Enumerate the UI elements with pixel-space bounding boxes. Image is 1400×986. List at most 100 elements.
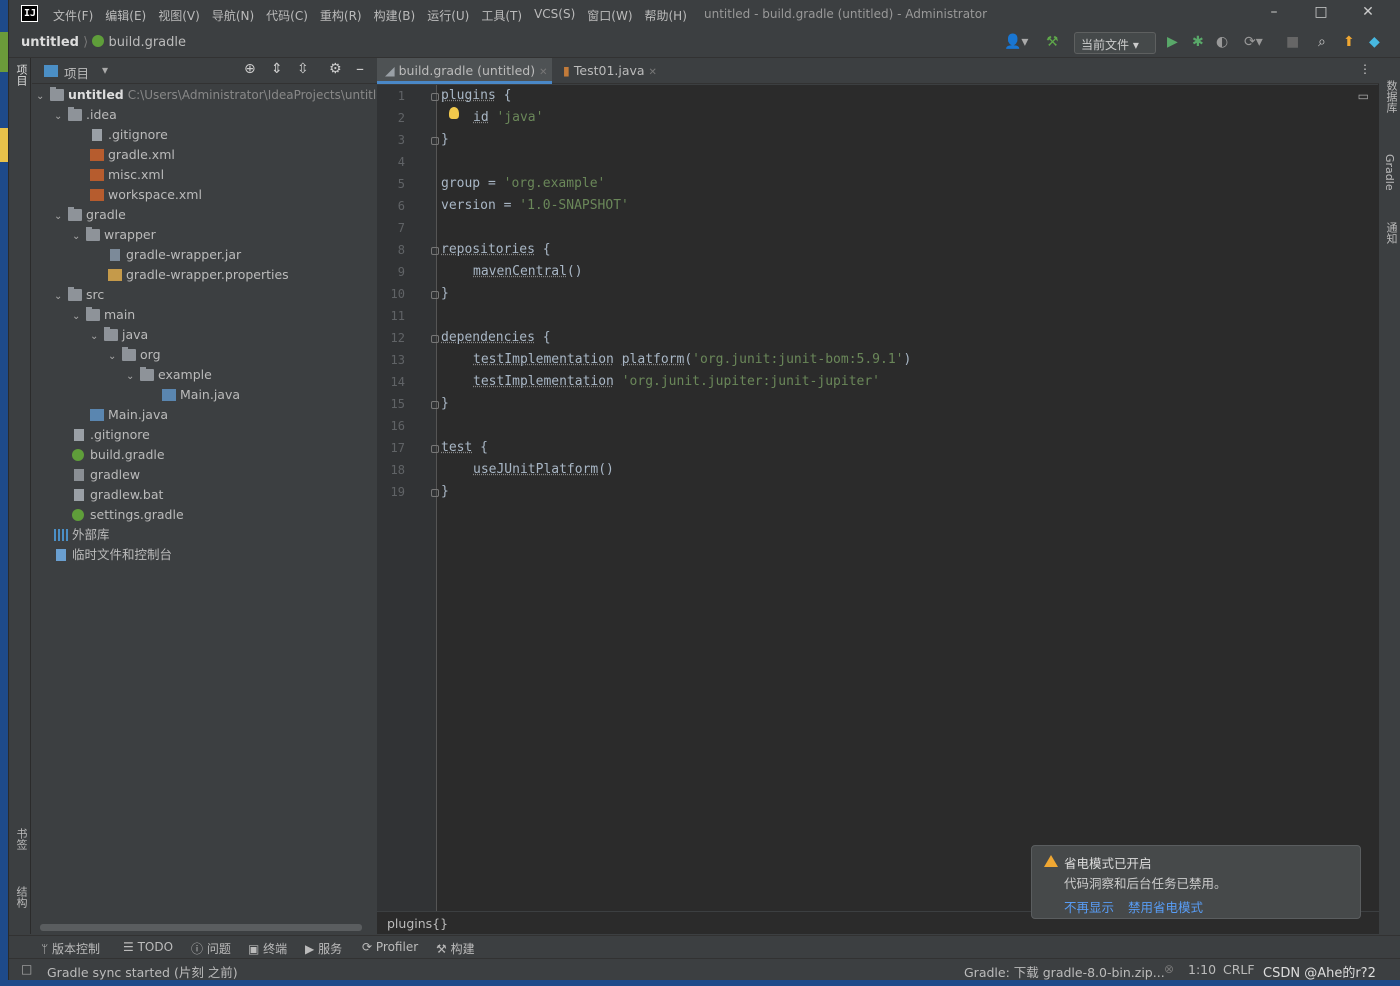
tool-profiler[interactable]: ⟳ Profiler	[362, 940, 418, 954]
tree-item[interactable]: gradle-wrapper.jar	[108, 245, 241, 265]
menu-build[interactable]: 构建(B)	[374, 7, 416, 24]
gear-icon[interactable]: ⚙	[329, 61, 342, 77]
tree-item[interactable]: ⌄ .idea	[54, 105, 117, 125]
user-icon[interactable]: 👤▾	[1004, 34, 1028, 50]
caret-position[interactable]: 1:10	[1188, 962, 1216, 977]
fold-marker-icon[interactable]	[431, 291, 439, 299]
tree-item[interactable]: gradlew.bat	[72, 485, 163, 505]
tree-item[interactable]: ⌄ src	[54, 285, 104, 305]
chevron-down-icon[interactable]: ⌄	[90, 327, 104, 347]
chevron-down-icon[interactable]: ⌄	[72, 227, 86, 247]
fold-marker-icon[interactable]	[431, 137, 439, 145]
chevron-down-icon[interactable]: ⌄	[108, 347, 122, 367]
menu-refactor[interactable]: 重构(R)	[320, 7, 362, 24]
horizontal-scrollbar[interactable]	[40, 924, 362, 931]
tree-item[interactable]: ⌄ org	[108, 345, 161, 365]
tree-item[interactable]: gradle.xml	[90, 145, 175, 165]
bookmarks-tool-button[interactable]: 书签	[13, 828, 29, 850]
chevron-down-icon[interactable]: ▾	[102, 63, 108, 77]
code-editor[interactable]: 1 2 3 4 5 6 7 8 9 10 11 12 13 14 15 16 1…	[377, 85, 1379, 911]
jetbrains-icon[interactable]: ◆	[1369, 34, 1380, 50]
tree-item[interactable]: .gitignore	[72, 425, 150, 445]
tree-item[interactable]: ⌄ java	[90, 325, 148, 345]
menu-code[interactable]: 代码(C)	[266, 7, 308, 24]
project-panel-title[interactable]: 项目	[64, 63, 89, 82]
chevron-down-icon[interactable]: ⌄	[54, 287, 68, 307]
tab-test01-java[interactable]: ▮ Test01.java ✕	[555, 58, 665, 84]
menu-window[interactable]: 窗口(W)	[587, 7, 632, 24]
profile-icon[interactable]: ⟳▾	[1244, 34, 1263, 50]
menu-file[interactable]: 文件(F)	[53, 7, 93, 24]
maximize-icon[interactable]: □	[1311, 4, 1331, 20]
coverage-icon[interactable]: ◐	[1216, 34, 1228, 50]
chevron-down-icon[interactable]: ⌄	[36, 87, 50, 107]
tree-item[interactable]: build.gradle	[72, 445, 165, 465]
reader-mode-icon[interactable]: ▭	[1358, 89, 1369, 103]
tree-item[interactable]: settings.gradle	[72, 505, 184, 525]
stop-icon[interactable]: ■	[1286, 34, 1299, 50]
fold-marker-icon[interactable]	[431, 247, 439, 255]
tool-todo[interactable]: ☰ TODO	[123, 940, 173, 954]
tree-root[interactable]: ⌄ untitled C:\Users\Administrator\IdeaPro…	[36, 85, 391, 105]
fold-marker-icon[interactable]	[431, 93, 439, 101]
chevron-down-icon[interactable]: ⌄	[72, 307, 86, 327]
tree-item[interactable]: workspace.xml	[90, 185, 202, 205]
menu-navigate[interactable]: 导航(N)	[212, 7, 254, 24]
database-tool-button[interactable]: 数据库	[1383, 80, 1399, 113]
close-icon[interactable]: ✕	[649, 67, 657, 78]
tree-item[interactable]: 外部库	[54, 525, 110, 545]
editor-breadcrumb[interactable]: plugins{}	[387, 916, 448, 931]
tree-item[interactable]: Main.java	[162, 385, 240, 405]
locate-icon[interactable]: ⊕	[244, 61, 256, 77]
menu-help[interactable]: 帮助(H)	[645, 7, 687, 24]
search-icon[interactable]: ⌕	[1318, 34, 1326, 50]
menu-run[interactable]: 运行(U)	[427, 7, 469, 24]
collapse-all-icon[interactable]: ⇳	[297, 61, 309, 77]
lightbulb-icon[interactable]	[449, 107, 459, 119]
chevron-down-icon[interactable]: ⌄	[126, 367, 140, 387]
tool-version-control[interactable]: ᛘ 版本控制	[41, 940, 100, 957]
tool-problems[interactable]: ⓘ 问题	[191, 940, 231, 957]
breadcrumb-project[interactable]: untitled	[21, 35, 79, 50]
fold-marker-icon[interactable]	[431, 445, 439, 453]
debug-icon[interactable]: ✱	[1192, 34, 1204, 50]
tree-item[interactable]: ⌄ wrapper	[72, 225, 156, 245]
menu-view[interactable]: 视图(V)	[158, 7, 200, 24]
run-config-select[interactable]: 当前文件 ▾	[1074, 32, 1156, 54]
tool-build[interactable]: ⚒ 构建	[436, 940, 475, 957]
tree-item[interactable]: gradle-wrapper.properties	[108, 265, 289, 285]
fold-marker-icon[interactable]	[431, 401, 439, 409]
fold-marker-icon[interactable]	[431, 489, 439, 497]
update-icon[interactable]: ⬆	[1343, 34, 1355, 50]
tree-item[interactable]: 临时文件和控制台	[54, 545, 172, 565]
tool-services[interactable]: ▶ 服务	[305, 940, 342, 957]
tree-item[interactable]: Main.java	[90, 405, 168, 425]
dont-show-again-link[interactable]: 不再显示	[1064, 897, 1114, 916]
cancel-icon[interactable]: ⊗	[1164, 962, 1174, 976]
chevron-down-icon[interactable]: ⌄	[54, 207, 68, 227]
expand-all-icon[interactable]: ⇕	[271, 61, 283, 77]
build-hammer-icon[interactable]: ⚒	[1046, 34, 1059, 50]
minimize-icon[interactable]: –	[1264, 4, 1284, 20]
close-icon[interactable]: ✕	[539, 67, 547, 78]
menu-edit[interactable]: 编辑(E)	[105, 7, 146, 24]
chevron-down-icon[interactable]: ⌄	[54, 107, 68, 127]
run-icon[interactable]: ▶	[1167, 34, 1178, 50]
tree-item[interactable]: misc.xml	[90, 165, 164, 185]
notifications-tool-button[interactable]: 通知	[1383, 222, 1399, 244]
tree-item[interactable]: ⌄ gradle	[54, 205, 126, 225]
tree-item[interactable]: ⌄ main	[72, 305, 135, 325]
menu-tools[interactable]: 工具(T)	[481, 7, 522, 24]
disable-power-save-link[interactable]: 禁用省电模式	[1128, 897, 1203, 916]
tab-build-gradle[interactable]: ◢ build.gradle (untitled) ✕	[377, 58, 552, 84]
more-options-icon[interactable]: ⋮	[1359, 62, 1371, 76]
gradle-download-status[interactable]: Gradle: 下载 gradle-8.0-bin.zip...	[964, 962, 1165, 981]
line-ending[interactable]: CRLF	[1223, 962, 1255, 977]
fold-marker-icon[interactable]	[431, 335, 439, 343]
tool-terminal[interactable]: ▣ 终端	[248, 940, 287, 957]
breadcrumb-file[interactable]: build.gradle	[108, 35, 186, 50]
tree-item[interactable]: gradlew	[72, 465, 140, 485]
close-icon[interactable]: ✕	[1358, 4, 1378, 20]
structure-tool-button[interactable]: 结构	[13, 886, 29, 908]
gradle-tool-button[interactable]: Gradle	[1383, 154, 1396, 191]
